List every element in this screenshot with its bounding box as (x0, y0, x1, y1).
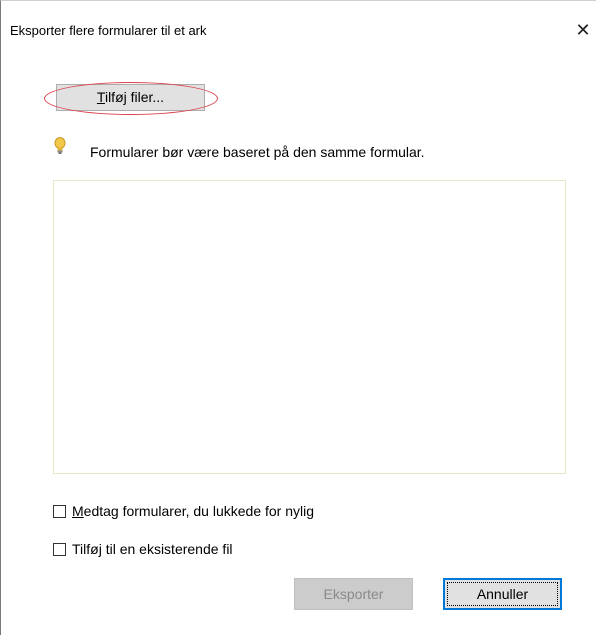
add-files-mnemonic: T (96, 89, 105, 105)
add-files-button[interactable]: Tilføj filer... (56, 84, 205, 111)
export-dialog: Eksporter flere formularer til et ark ✕ … (0, 0, 596, 635)
add-files-label: ilføj filer... (104, 89, 165, 105)
include-recent-label: Medtag formularer, du lukkede for nylig (72, 503, 314, 519)
close-icon: ✕ (575, 20, 591, 40)
export-button[interactable]: Eksporter (294, 578, 413, 610)
include-recent-text: edtag formularer, du lukkede for nylig (83, 503, 315, 519)
include-recent-checkbox[interactable] (53, 504, 66, 518)
cancel-button[interactable]: Annuller (443, 578, 562, 610)
include-recent-mnemonic: M (72, 503, 84, 519)
hint-text: Formularer bør være baseret på den samme… (90, 144, 425, 160)
append-existing-label: Tilføj til en eksisterende fil (72, 541, 233, 557)
dialog-title: Eksporter flere formularer til et ark (10, 23, 207, 38)
append-existing-checkbox[interactable] (53, 542, 66, 556)
include-recent-option[interactable]: Medtag formularer, du lukkede for nylig (53, 502, 314, 520)
close-button[interactable]: ✕ (573, 19, 593, 41)
lightbulb-icon (54, 137, 66, 154)
append-existing-option[interactable]: Tilføj til en eksisterende fil (53, 540, 233, 558)
file-list[interactable] (53, 180, 566, 474)
focus-indicator (447, 582, 558, 606)
